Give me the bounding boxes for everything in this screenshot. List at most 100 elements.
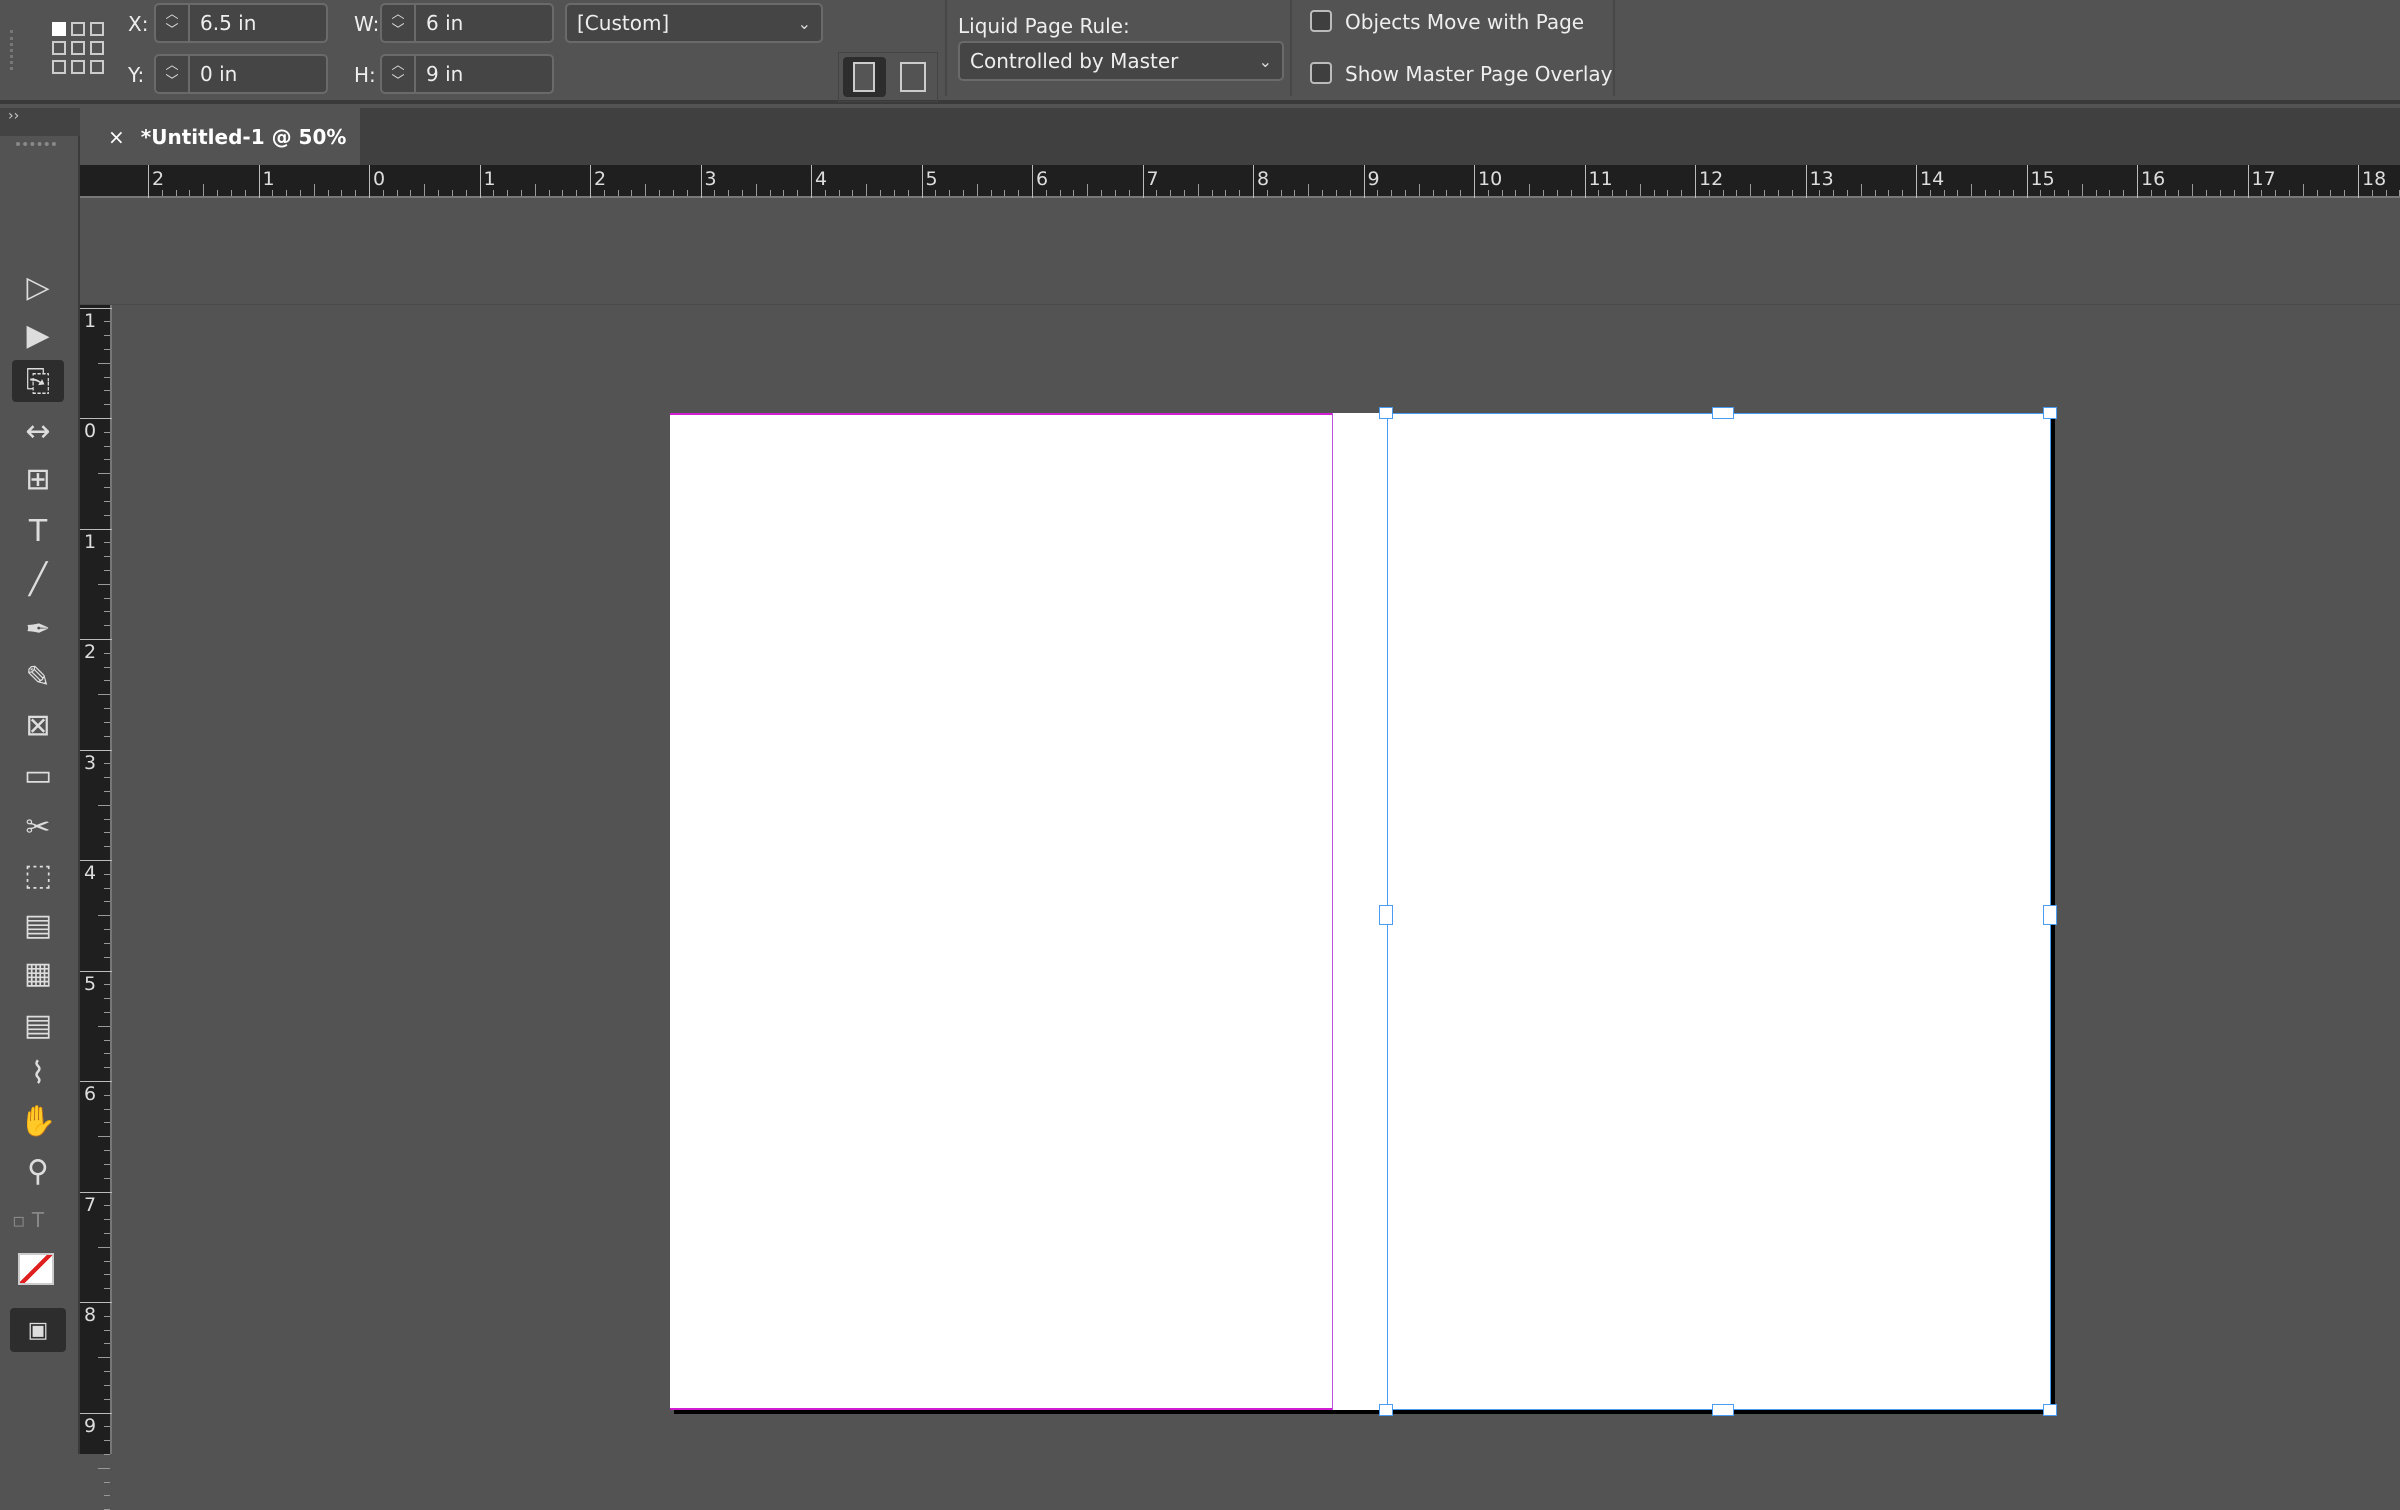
x-stepper[interactable]: ︿ ﹀ bbox=[156, 5, 190, 41]
ruler-tick bbox=[2247, 165, 2249, 198]
ruler-minor-tick bbox=[1625, 190, 1627, 196]
note-tool-icon[interactable]: ▤ bbox=[12, 1004, 64, 1046]
ruler-minor-tick bbox=[98, 583, 110, 585]
resize-handle[interactable] bbox=[1379, 905, 1393, 925]
direct-selection-tool-icon[interactable]: ▶ bbox=[12, 314, 64, 356]
ruler-label: 2 bbox=[594, 168, 607, 190]
ruler-minor-tick bbox=[104, 1371, 110, 1372]
rectangle-tool-icon[interactable]: ▭ bbox=[12, 754, 64, 796]
liquid-page-rule-dropdown[interactable]: Controlled by Master ⌄ bbox=[958, 41, 1284, 81]
close-icon[interactable]: × bbox=[108, 125, 125, 149]
x-label: X: bbox=[128, 12, 149, 36]
resize-handle[interactable] bbox=[1379, 1404, 1393, 1416]
ruler-minor-tick bbox=[104, 1053, 110, 1055]
h-value[interactable]: 9 in bbox=[416, 62, 463, 86]
ruler-minor-tick bbox=[104, 1260, 110, 1262]
liquid-page-rule-label: Liquid Page Rule: bbox=[958, 14, 1130, 38]
ruler-minor-tick bbox=[1101, 190, 1102, 196]
ruler-tick bbox=[80, 860, 112, 861]
hand-tool-icon[interactable]: ✋ bbox=[12, 1100, 64, 1142]
x-value[interactable]: 6.5 in bbox=[190, 11, 256, 35]
panel-grip[interactable] bbox=[10, 30, 14, 70]
resize-handle[interactable] bbox=[1712, 407, 1734, 419]
w-stepper[interactable]: ︿ ﹀ bbox=[382, 5, 416, 41]
portrait-icon[interactable] bbox=[843, 57, 886, 97]
w-label: W: bbox=[354, 12, 380, 36]
page-tool-icon[interactable]: ⎘ bbox=[12, 360, 64, 402]
panel-grip[interactable] bbox=[16, 142, 56, 148]
resize-handle[interactable] bbox=[2043, 1404, 2057, 1416]
resize-handle[interactable] bbox=[1379, 407, 1393, 419]
orientation-group bbox=[838, 52, 938, 102]
reference-point-icon[interactable] bbox=[52, 22, 104, 74]
y-value[interactable]: 0 in bbox=[190, 62, 237, 86]
ruler-tick bbox=[1916, 165, 1917, 198]
ruler-minor-tick bbox=[104, 1315, 110, 1317]
ruler-label: 4 bbox=[815, 168, 828, 190]
ruler-minor-tick bbox=[98, 362, 110, 364]
resize-handle[interactable] bbox=[1712, 1404, 1734, 1416]
w-value[interactable]: 6 in bbox=[416, 11, 463, 35]
ruler-label: 14 bbox=[1920, 168, 1945, 190]
ruler-minor-tick bbox=[1004, 190, 1006, 196]
ruler-minor-tick bbox=[104, 390, 110, 392]
pen-tool-icon[interactable]: ✒ bbox=[12, 608, 64, 650]
formatting-affects-container-icon[interactable]: ▫ T bbox=[12, 1208, 44, 1232]
y-field[interactable]: ︿ ﹀ 0 in bbox=[154, 54, 328, 94]
h-label: H: bbox=[354, 63, 376, 87]
x-field[interactable]: ︿ ﹀ 6.5 in bbox=[154, 3, 328, 43]
ruler-minor-tick bbox=[1750, 184, 1752, 196]
scissors-tool-icon[interactable]: ✂ bbox=[12, 806, 64, 848]
line-tool-icon[interactable]: ╱ bbox=[12, 558, 64, 600]
ruler-minor-tick bbox=[1846, 190, 1848, 196]
screen-mode-icon[interactable]: ▣ bbox=[10, 1308, 66, 1352]
gradient-feather-tool-icon[interactable]: ▦ bbox=[12, 952, 64, 994]
w-field[interactable]: ︿ ﹀ 6 in bbox=[380, 3, 554, 43]
ruler-minor-tick bbox=[104, 1232, 110, 1234]
objects-move-checkbox[interactable] bbox=[1310, 10, 1332, 32]
ruler-minor-tick bbox=[1432, 190, 1434, 196]
landscape-icon[interactable] bbox=[894, 57, 933, 97]
ruler-minor-tick bbox=[104, 404, 110, 406]
ruler-minor-tick bbox=[104, 652, 110, 654]
selection-tool-icon[interactable]: ▷ bbox=[12, 266, 64, 308]
ruler-minor-tick bbox=[2040, 190, 2042, 196]
eyedropper-tool-icon[interactable]: ⌇ bbox=[12, 1052, 64, 1094]
ruler-minor-tick bbox=[1902, 190, 1904, 196]
ruler-label: 1 bbox=[84, 530, 97, 553]
ruler-minor-tick bbox=[1391, 190, 1393, 196]
rectangle-frame-tool-icon[interactable]: ⊠ bbox=[12, 704, 64, 746]
zoom-tool-icon[interactable]: ⚲ bbox=[12, 1150, 64, 1192]
page-spread[interactable] bbox=[670, 407, 2057, 1416]
y-stepper[interactable]: ︿ ﹀ bbox=[156, 56, 190, 92]
none-swatch-icon[interactable] bbox=[18, 1253, 54, 1285]
resize-handle[interactable] bbox=[2043, 407, 2057, 419]
ruler-minor-tick bbox=[104, 569, 110, 571]
ruler-minor-tick bbox=[104, 1343, 110, 1345]
page-size-dropdown[interactable]: [Custom] ⌄ bbox=[565, 3, 823, 43]
horizontal-ruler[interactable]: 2 1 0 1 2 3 4 5 6 7 8 9 10 11 12 13 14 15 16 17 18 bbox=[80, 165, 2400, 198]
ruler-minor-tick bbox=[2316, 190, 2318, 196]
ruler-tick bbox=[80, 1412, 112, 1414]
ruler-minor-tick bbox=[520, 190, 522, 196]
ruler-minor-tick bbox=[493, 190, 495, 196]
ruler-minor-tick bbox=[686, 190, 688, 196]
type-tool-icon[interactable]: T bbox=[12, 510, 64, 552]
ruler-tick bbox=[811, 165, 812, 198]
ruler-label: 2 bbox=[152, 168, 165, 190]
h-field[interactable]: ︿ ﹀ 9 in bbox=[380, 54, 554, 94]
ruler-minor-tick bbox=[1266, 190, 1268, 196]
gradient-swatch-tool-icon[interactable]: ▤ bbox=[12, 904, 64, 946]
h-stepper[interactable]: ︿ ﹀ bbox=[382, 56, 416, 92]
resize-handle[interactable] bbox=[2043, 905, 2057, 925]
show-overlay-checkbox[interactable] bbox=[1310, 62, 1332, 84]
gap-tool-icon[interactable]: ↔ bbox=[12, 410, 64, 452]
tab-untitled-1[interactable]: × *Untitled-1 @ 50% bbox=[80, 108, 360, 165]
free-transform-tool-icon[interactable]: ⬚ bbox=[12, 854, 64, 896]
content-collector-tool-icon[interactable]: ⊞ bbox=[12, 458, 64, 500]
vertical-ruler[interactable]: 1 0 1 2 3 4 5 6 7 8 9 bbox=[80, 198, 112, 1510]
pencil-tool-icon[interactable]: ✎ bbox=[12, 656, 64, 698]
collapse-panel-icon[interactable]: ›› bbox=[0, 108, 80, 136]
selected-page-frame[interactable] bbox=[1387, 413, 2051, 1410]
ruler-minor-tick bbox=[1598, 190, 1600, 196]
